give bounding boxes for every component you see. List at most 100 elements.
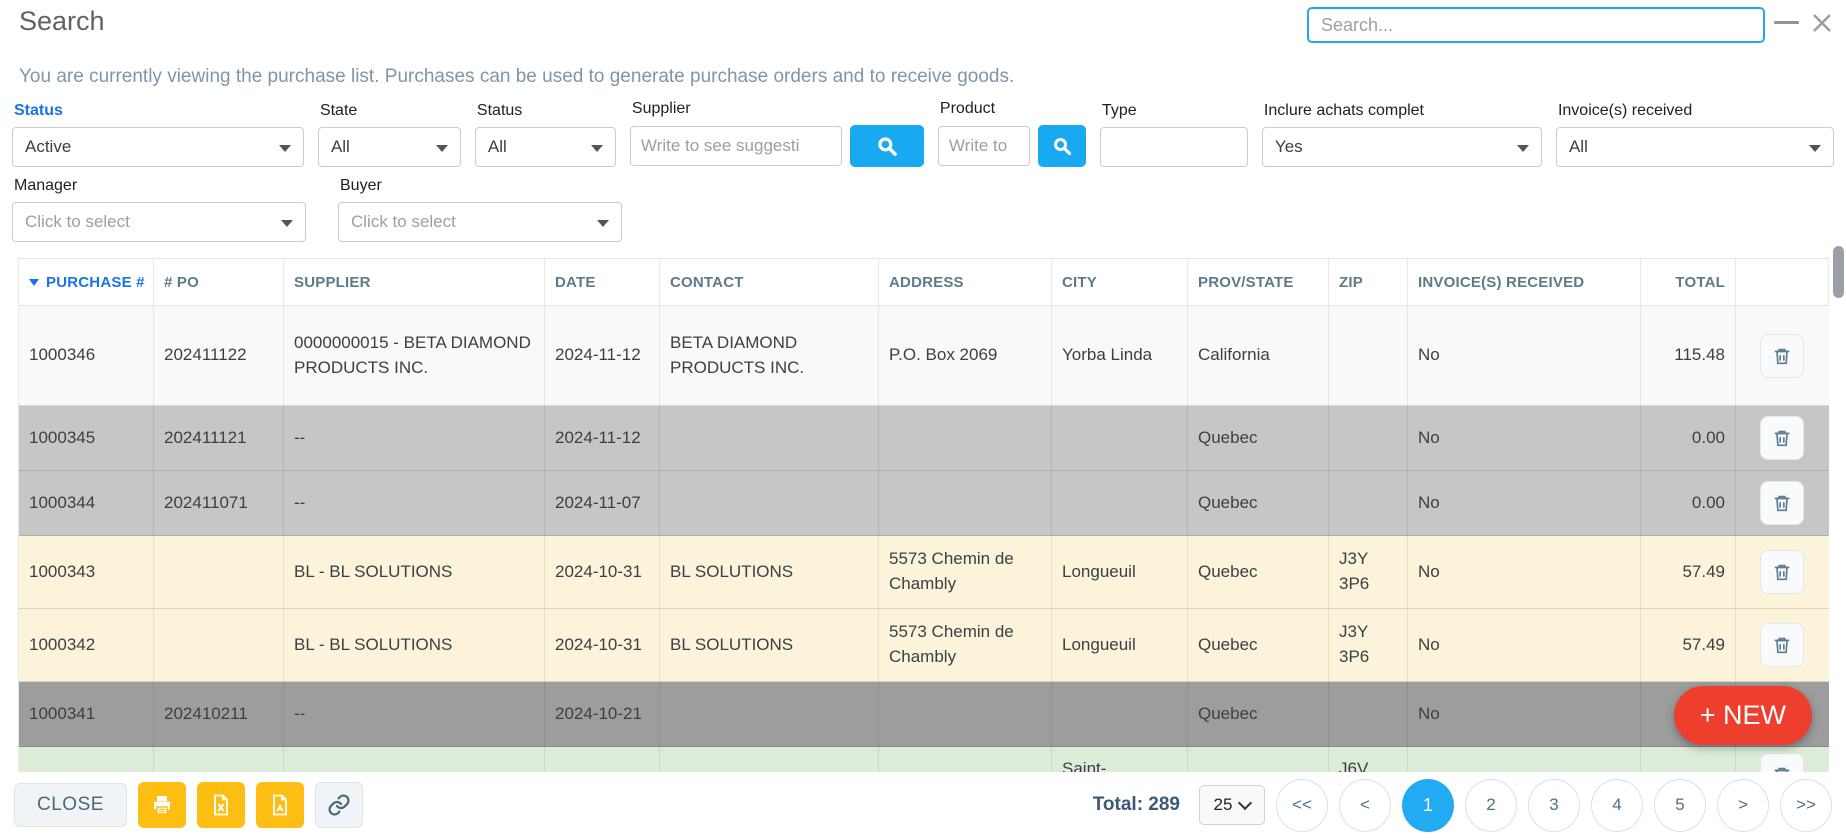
status2-select[interactable]: All <box>475 127 616 167</box>
column-header-zip[interactable]: ZIP <box>1329 259 1408 306</box>
purchase-table: PURCHASE # # PO SUPPLIER DATE CONTACT AD… <box>0 258 1846 772</box>
link-button[interactable] <box>315 782 363 828</box>
chevron-down-icon <box>281 220 293 227</box>
minimize-icon[interactable] <box>1774 21 1799 24</box>
chevron-down-icon <box>436 145 448 152</box>
sort-desc-icon <box>29 279 39 286</box>
cell-date: 2024-11-12 <box>545 306 660 406</box>
delete-button[interactable] <box>1760 416 1804 460</box>
column-header-contact[interactable]: CONTACT <box>660 259 879 306</box>
cell-prov-state: Quebec <box>1188 536 1329 609</box>
include-complete-select[interactable]: Yes <box>1262 127 1542 167</box>
product-search-button[interactable] <box>1038 125 1086 167</box>
buyer-select[interactable]: Click to select <box>338 202 622 242</box>
delete-button[interactable] <box>1760 623 1804 667</box>
cell-total: 115.48 <box>1641 306 1736 406</box>
pagination-page-5[interactable]: 5 <box>1654 779 1706 832</box>
close-button[interactable]: CLOSE <box>14 783 127 827</box>
table-row[interactable]: 1000344 202411071 -- 2024-11-07 Quebec N… <box>19 471 1829 536</box>
cell-address <box>879 747 1052 773</box>
column-header-prov-state[interactable]: PROV/STATE <box>1188 259 1329 306</box>
print-button[interactable] <box>138 782 186 828</box>
column-header-supplier[interactable]: SUPPLIER <box>284 259 545 306</box>
cell-zip <box>1329 682 1408 747</box>
cell-invoices-received: No <box>1408 406 1641 471</box>
page-size-select[interactable]: 25 <box>1199 785 1265 825</box>
pdf-export-button[interactable] <box>256 782 304 828</box>
table-row[interactable]: Saint- J6V <box>19 747 1829 773</box>
status-filter-label: Status <box>14 102 304 120</box>
cell-zip <box>1329 471 1408 536</box>
manager-select[interactable]: Click to select <box>12 202 306 242</box>
column-header-purchase[interactable]: PURCHASE # <box>19 259 154 306</box>
cell-purchase: 1000343 <box>19 536 154 609</box>
pdf-file-icon <box>268 793 292 817</box>
link-icon <box>327 793 351 817</box>
table-row[interactable]: 1000342 BL - BL SOLUTIONS 2024-10-31 BL … <box>19 609 1829 682</box>
cell-purchase: 1000345 <box>19 406 154 471</box>
cell-contact <box>660 406 879 471</box>
delete-button[interactable] <box>1760 550 1804 594</box>
cell-prov-state: Quebec <box>1188 406 1329 471</box>
invoices-received-select[interactable]: All <box>1556 127 1834 167</box>
supplier-input[interactable] <box>630 126 842 166</box>
cell-date: 2024-11-12 <box>545 406 660 471</box>
cell-date: 2024-10-31 <box>545 536 660 609</box>
delete-button[interactable] <box>1760 481 1804 525</box>
column-header-address[interactable]: ADDRESS <box>879 259 1052 306</box>
column-header-date[interactable]: DATE <box>545 259 660 306</box>
type-input[interactable] <box>1100 127 1248 167</box>
column-header-total[interactable]: TOTAL <box>1641 259 1736 306</box>
trash-icon <box>1771 345 1793 367</box>
table-row[interactable]: 1000343 BL - BL SOLUTIONS 2024-10-31 BL … <box>19 536 1829 609</box>
cell-zip <box>1329 406 1408 471</box>
new-purchase-button[interactable]: + NEW <box>1674 686 1812 745</box>
delete-button[interactable] <box>1760 753 1804 772</box>
cell-prov-state: Quebec <box>1188 609 1329 682</box>
search-input[interactable] <box>1307 7 1765 43</box>
status-select[interactable]: Active <box>12 127 304 167</box>
trash-icon <box>1771 561 1793 583</box>
search-icon <box>1050 134 1074 158</box>
page-title: Search <box>19 6 105 37</box>
close-icon[interactable] <box>1806 7 1838 39</box>
pagination-page-4[interactable]: 4 <box>1591 779 1643 832</box>
include-complete-filter-label: Inclure achats complet <box>1264 102 1542 120</box>
cell-city <box>1052 471 1188 536</box>
cell-city: Longueuil <box>1052 609 1188 682</box>
table-row[interactable]: 1000346 202411122 0000000015 - BETA DIAM… <box>19 306 1829 406</box>
cell-supplier: -- <box>284 406 545 471</box>
cell-po <box>154 609 284 682</box>
supplier-search-button[interactable] <box>850 125 924 167</box>
delete-button[interactable] <box>1760 334 1804 378</box>
table-row[interactable]: 1000345 202411121 -- 2024-11-12 Quebec N… <box>19 406 1829 471</box>
trash-icon <box>1771 634 1793 656</box>
pagination-page-2[interactable]: 2 <box>1465 779 1517 832</box>
pagination-next[interactable]: > <box>1717 779 1769 832</box>
pagination-last[interactable]: >> <box>1780 779 1832 832</box>
pagination-page-1[interactable]: 1 <box>1402 779 1454 832</box>
cell-city <box>1052 682 1188 747</box>
cell-address <box>879 406 1052 471</box>
cell-total: 57.49 <box>1641 609 1736 682</box>
cell-po: 202411121 <box>154 406 284 471</box>
pagination-first[interactable]: << <box>1276 779 1328 832</box>
cell-supplier <box>284 747 545 773</box>
pagination-prev[interactable]: < <box>1339 779 1391 832</box>
excel-export-button[interactable] <box>197 782 245 828</box>
product-input[interactable] <box>938 126 1030 166</box>
column-header-po[interactable]: # PO <box>154 259 284 306</box>
trash-icon <box>1771 492 1793 514</box>
pagination-page-3[interactable]: 3 <box>1528 779 1580 832</box>
chevron-down-icon <box>591 145 603 152</box>
chevron-down-icon <box>1809 145 1821 152</box>
total-count: Total: 289 <box>1093 794 1180 816</box>
column-header-city[interactable]: CITY <box>1052 259 1188 306</box>
column-header-invoices-received[interactable]: INVOICE(S) RECEIVED <box>1408 259 1641 306</box>
cell-invoices-received: No <box>1408 682 1641 747</box>
cell-date: 2024-10-31 <box>545 609 660 682</box>
vertical-scrollbar[interactable] <box>1833 246 1844 298</box>
state-select[interactable]: All <box>318 127 461 167</box>
table-row[interactable]: 1000341 202410211 -- 2024-10-21 Quebec N… <box>19 682 1829 747</box>
cell-total: 0.00 <box>1641 471 1736 536</box>
